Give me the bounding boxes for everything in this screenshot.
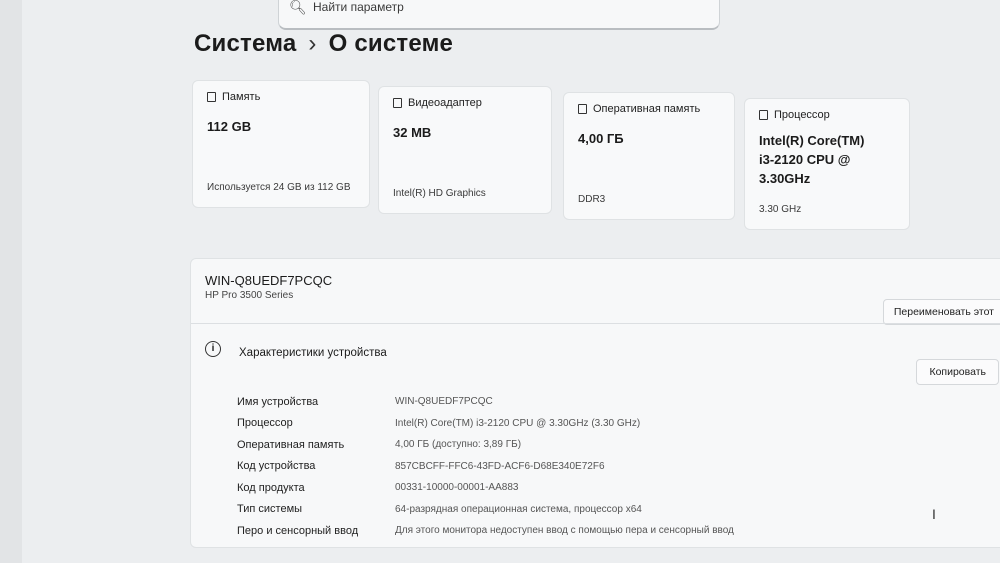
text-cursor-icon: I bbox=[932, 506, 936, 522]
rename-button[interactable]: Переименовать этот bbox=[882, 299, 1000, 325]
device-name: WIN-Q8UEDF7PCQC bbox=[205, 273, 333, 288]
spec-value: WIN-Q8UEDF7PCQC bbox=[395, 396, 493, 408]
spec-value: Для этого монитора недоступен ввод с пом… bbox=[395, 525, 734, 537]
spec-value: 00331-10000-00001-AA883 bbox=[395, 482, 519, 494]
gpu-card[interactable]: Видеоадаптер 32 MB Intel(R) HD Graphics bbox=[378, 86, 552, 214]
display-icon bbox=[393, 98, 402, 108]
spec-key: Код устройства bbox=[237, 460, 316, 473]
window-left-edge bbox=[0, 0, 22, 563]
ram-card[interactable]: Оперативная память 4,00 ГБ DDR3 bbox=[563, 92, 735, 220]
spec-key: Код продукта bbox=[237, 481, 305, 494]
card-subtext: 3.30 GHz bbox=[759, 204, 802, 215]
page-title: О системе bbox=[328, 30, 454, 57]
spec-row: Код продукта 00331-10000-00001-AA883 bbox=[237, 477, 817, 499]
divider bbox=[191, 323, 1000, 324]
card-value: 112 GB bbox=[207, 119, 252, 134]
cpu-card[interactable]: Процессор Intel(R) Core(TM) i3-2120 CPU … bbox=[744, 98, 910, 230]
card-label: Процессор bbox=[774, 109, 830, 121]
copy-button[interactable]: Копировать bbox=[916, 359, 999, 385]
card-value: 32 MB bbox=[393, 125, 432, 140]
card-value: 4,00 ГБ bbox=[578, 131, 624, 146]
spec-value: 64-разрядная операционная система, проце… bbox=[395, 503, 642, 515]
cpu-icon bbox=[759, 110, 768, 120]
card-subtext: Используется 24 GB из 112 GB bbox=[207, 182, 351, 193]
spec-row: Процессор Intel(R) Core(TM) i3-2120 CPU @… bbox=[237, 413, 817, 435]
search-icon: 🔍︎ bbox=[289, 0, 307, 15]
specs-list: Имя устройства WIN-Q8UEDF7PCQC Процессор I… bbox=[237, 391, 817, 542]
device-panel: WIN-Q8UEDF7PCQC HP Pro 3500 Series Переи… bbox=[190, 258, 1000, 548]
breadcrumb-parent[interactable]: Система bbox=[194, 30, 296, 57]
spec-key: Имя устройства bbox=[237, 395, 319, 408]
card-value: Intel(R) Core(TM) i3-2120 CPU @ 3.30GHz bbox=[759, 133, 865, 186]
storage-card[interactable]: Память 112 GB Используется 24 GB из 112 … bbox=[192, 80, 370, 208]
breadcrumb-separator: › bbox=[308, 30, 317, 57]
card-label: Видеоадаптер bbox=[408, 97, 482, 109]
spec-value: Intel(R) Core(TM) i3-2120 CPU @ 3.30GHz … bbox=[395, 417, 641, 429]
card-subtext: DDR3 bbox=[578, 194, 606, 205]
spec-row: Код устройства 857CBCFF-FFC6-43FD-ACF6-D6… bbox=[237, 456, 817, 478]
spec-row: Перо и сенсорный ввод Для этого монитора … bbox=[237, 520, 817, 542]
info-icon: i bbox=[205, 341, 221, 357]
card-label: Память bbox=[222, 91, 261, 103]
search-box[interactable]: 🔍︎ Найти параметр bbox=[278, 0, 720, 30]
spec-row: Оперативная память 4,00 ГБ (доступно: 3,8… bbox=[237, 434, 817, 456]
card-label: Оперативная память bbox=[593, 103, 701, 115]
storage-icon bbox=[207, 92, 216, 102]
device-model: HP Pro 3500 Series bbox=[205, 290, 294, 301]
specs-title[interactable]: Характеристики устройства bbox=[239, 347, 387, 359]
spec-key: Тип системы bbox=[237, 503, 303, 516]
spec-key: Оперативная память bbox=[237, 438, 345, 451]
spec-value: 4,00 ГБ (доступно: 3,89 ГБ) bbox=[395, 439, 522, 451]
search-input[interactable]: Найти параметр bbox=[313, 0, 404, 14]
spec-row: Имя устройства WIN-Q8UEDF7PCQC bbox=[237, 391, 817, 413]
spec-key: Перо и сенсорный ввод bbox=[237, 524, 359, 537]
ram-icon bbox=[578, 104, 587, 114]
card-subtext: Intel(R) HD Graphics bbox=[393, 188, 486, 199]
spec-key: Процессор bbox=[237, 417, 293, 430]
spec-row: Тип системы 64-разрядная операционная сис… bbox=[237, 499, 817, 521]
breadcrumb: Система › О системе bbox=[194, 30, 453, 58]
spec-value: 857CBCFF-FFC6-43FD-ACF6-D68E340E72F6 bbox=[395, 460, 605, 472]
